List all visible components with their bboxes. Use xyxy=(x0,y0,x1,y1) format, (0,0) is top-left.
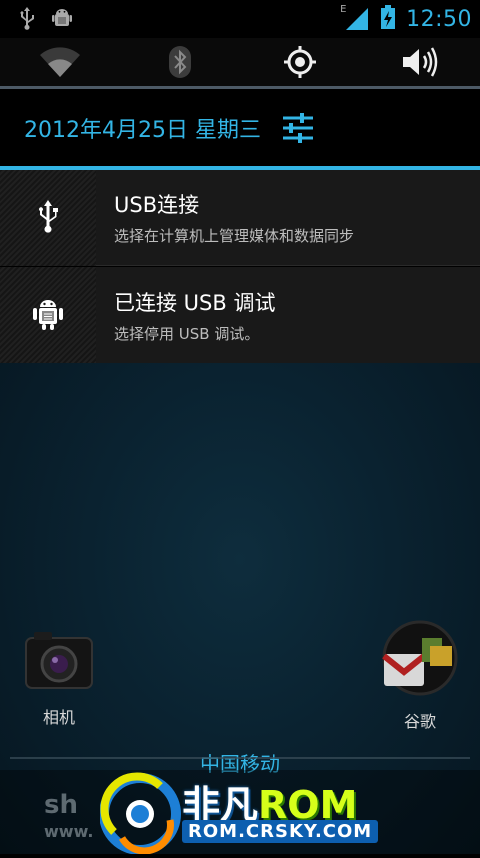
logo-url: ROM.CRSKY.COM xyxy=(182,820,379,843)
notification-usb-debugging[interactable]: 已连接 USB 调试 选择停用 USB 调试。 xyxy=(0,267,480,363)
app-google[interactable]: 谷歌 xyxy=(378,620,462,732)
app-label: 谷歌 xyxy=(403,712,436,731)
notification-header: 2012年4月25日 星期三 xyxy=(0,89,480,167)
watermark-bg-text: sh xyxy=(44,790,78,820)
clock: 12:50 xyxy=(406,6,472,32)
gmail-icon xyxy=(378,620,462,700)
watermark-bg-url: www. xyxy=(44,822,94,841)
usb-icon xyxy=(18,6,36,34)
usb-icon xyxy=(37,199,59,237)
wifi-icon xyxy=(40,45,80,83)
android-debug-icon xyxy=(50,6,74,34)
bluetooth-icon xyxy=(168,45,192,83)
logo-swirl-icon xyxy=(99,772,186,858)
notification-icon-box xyxy=(0,170,96,266)
notification-icon-box xyxy=(0,267,96,363)
dock-divider xyxy=(10,757,470,759)
notification-title: USB连接 xyxy=(114,193,200,217)
android-debug-icon xyxy=(31,295,65,335)
status-bar: E 12:50 xyxy=(0,0,480,38)
volume-icon xyxy=(401,45,439,83)
app-camera[interactable]: 相机 xyxy=(22,628,96,728)
gps-icon xyxy=(282,44,318,84)
bluetooth-toggle[interactable] xyxy=(120,38,240,90)
notification-subtitle: 选择在计算机上管理媒体和数据同步 xyxy=(114,227,355,245)
quick-settings-bar xyxy=(0,38,480,90)
notification-subtitle: 选择停用 USB 调试。 xyxy=(114,324,260,343)
camera-icon xyxy=(22,628,96,696)
network-type-label: E xyxy=(340,4,347,15)
sound-toggle[interactable] xyxy=(360,38,480,90)
app-label: 相机 xyxy=(42,708,75,727)
notification-usb-connection[interactable]: USB连接 选择在计算机上管理媒体和数据同步 xyxy=(0,170,480,266)
notification-title: 已连接 USB 调试 xyxy=(114,290,276,315)
settings-sliders-icon[interactable] xyxy=(281,113,315,143)
battery-charging-icon xyxy=(380,4,396,34)
watermark-logo: 非凡ROM ROM.CRSKY.COM xyxy=(99,770,390,855)
date-label: 2012年4月25日 星期三 xyxy=(24,118,261,143)
gps-toggle[interactable] xyxy=(240,38,360,90)
wifi-toggle[interactable] xyxy=(0,38,120,90)
signal-icon: E xyxy=(340,4,370,32)
